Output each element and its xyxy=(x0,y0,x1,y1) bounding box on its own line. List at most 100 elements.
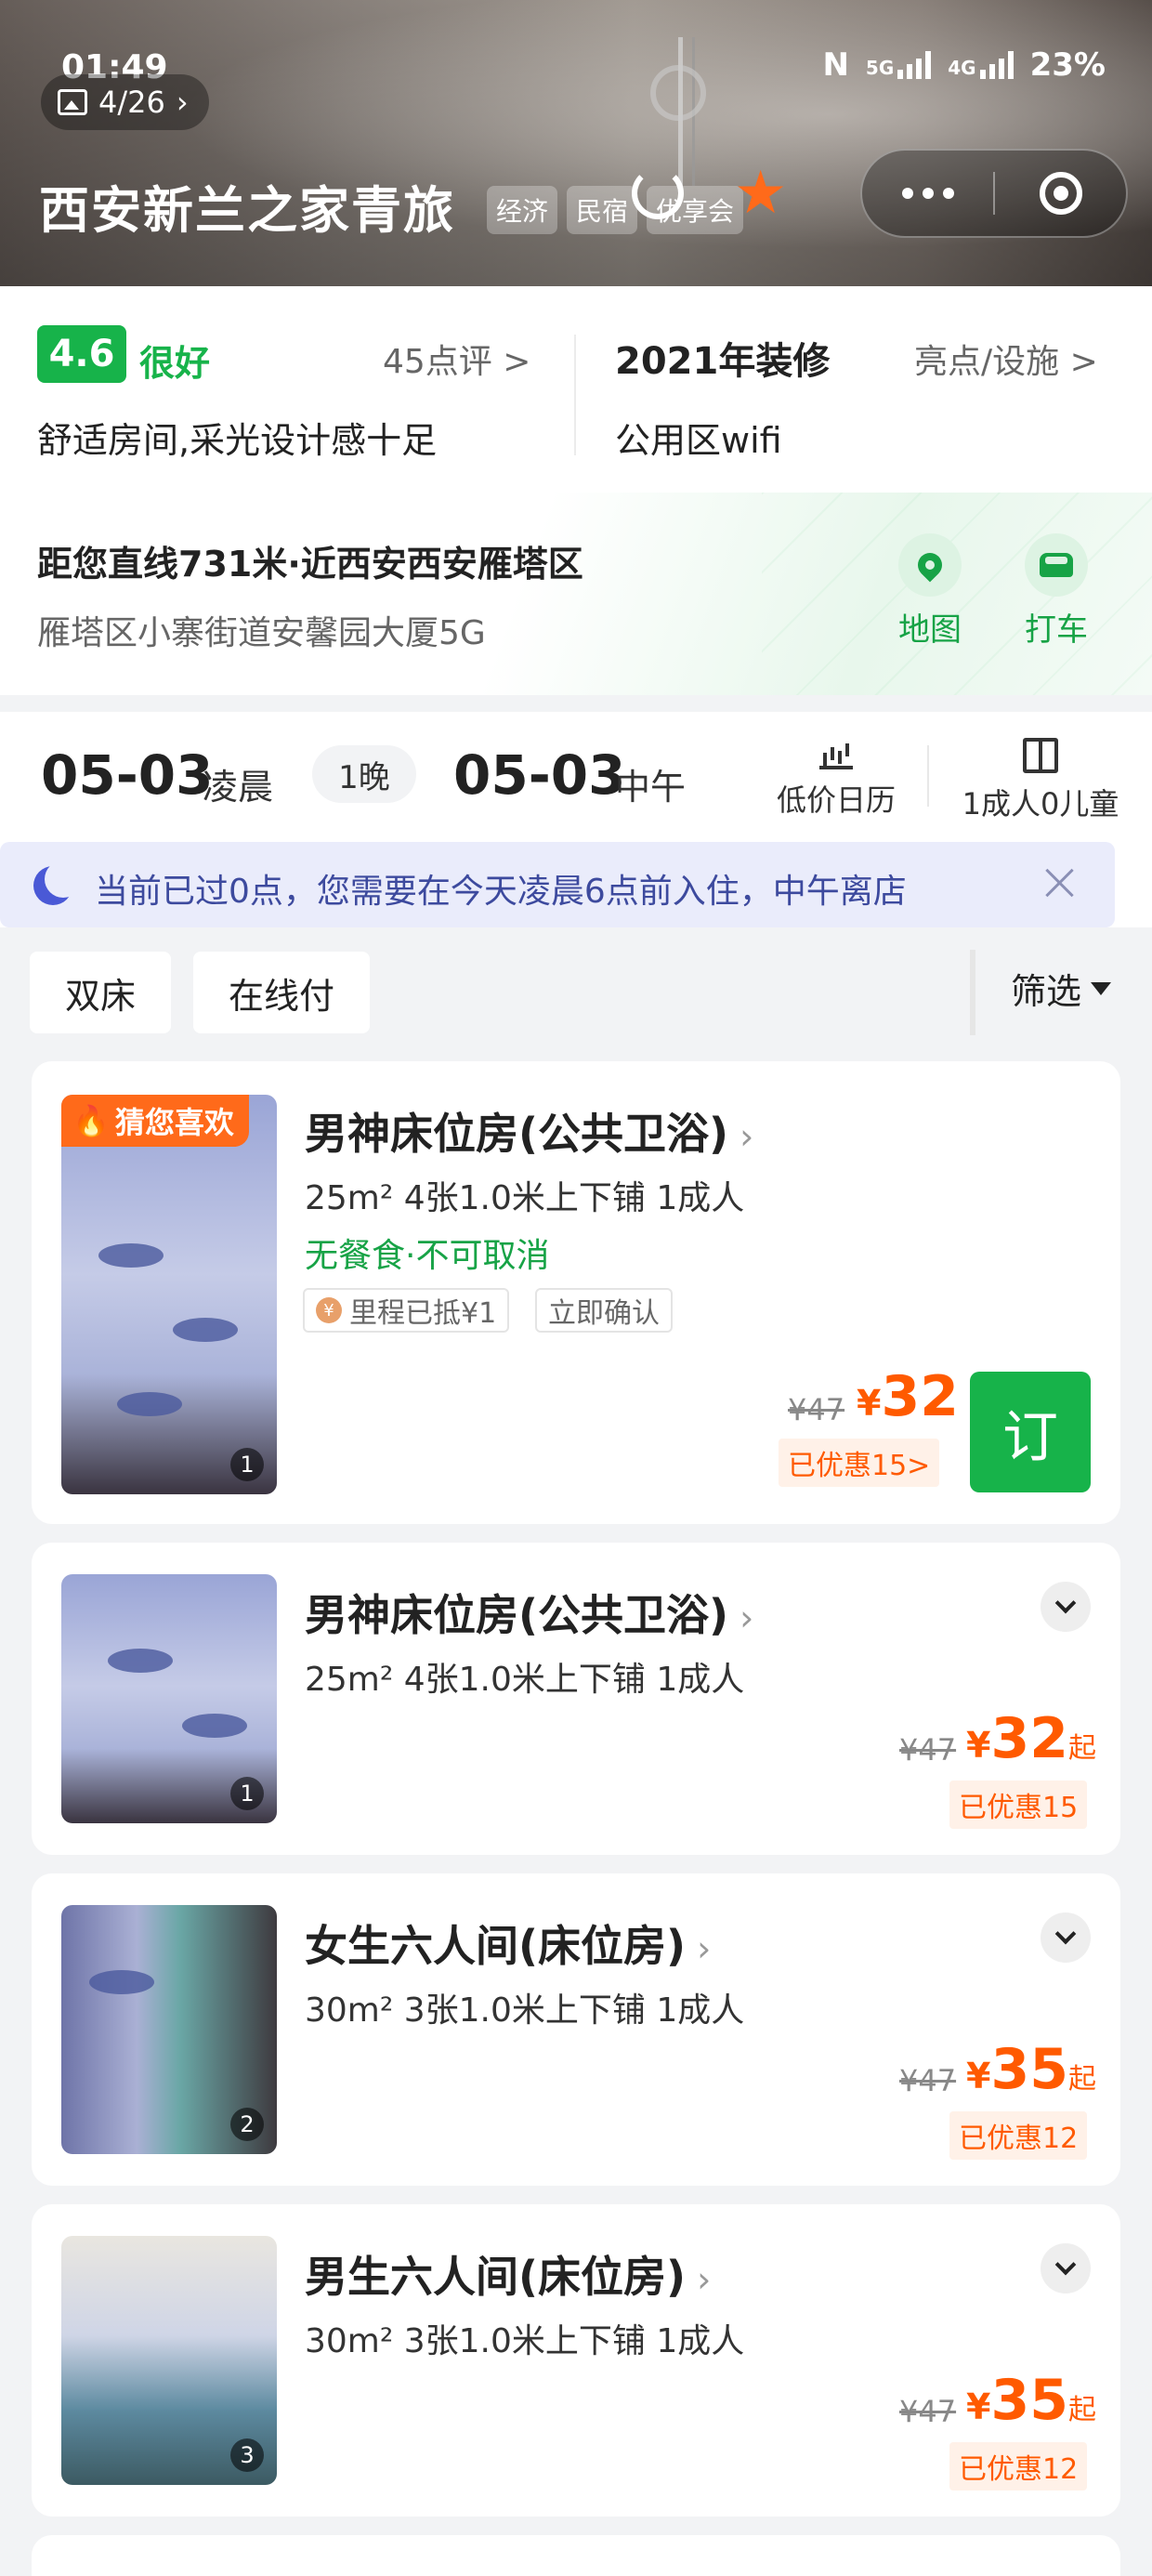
image-icon xyxy=(58,89,87,115)
filter-online-pay[interactable]: 在线付 xyxy=(193,952,370,1033)
signal-5g-icon: 5G xyxy=(866,51,932,79)
guests-selector[interactable]: 1成人0儿童 xyxy=(948,738,1133,823)
filter-label: 筛选 xyxy=(1011,971,1082,1012)
room-name[interactable]: 男神床位房(公共卫浴) › xyxy=(305,1100,753,1162)
coin-icon: ¥ xyxy=(316,1297,342,1323)
shower-fixture xyxy=(650,65,706,121)
map-button[interactable]: 地图 xyxy=(893,533,967,650)
chevron-right-icon: › xyxy=(686,2259,712,2300)
room-filters: 双床 在线付 筛选 xyxy=(0,944,1152,1046)
facilities-link[interactable]: 亮点/设施 > xyxy=(914,335,1098,383)
more-options-icon[interactable] xyxy=(862,188,993,199)
expand-icon[interactable] xyxy=(1041,1582,1091,1632)
taxi-button[interactable]: 打车 xyxy=(1019,533,1093,650)
chevron-right-icon: › xyxy=(686,1928,712,1969)
map-pin-icon xyxy=(912,547,948,583)
photo-index: 1 xyxy=(230,1777,264,1810)
guests-label: 1成人0儿童 xyxy=(962,786,1119,821)
close-miniprogram-icon[interactable] xyxy=(995,172,1126,215)
calendar-chart-icon xyxy=(819,738,853,769)
flame-icon: 🔥 xyxy=(72,1103,110,1138)
book-button[interactable]: 订 xyxy=(970,1372,1091,1492)
checkin-time-label: 凌晨 xyxy=(203,767,274,808)
room-photo[interactable]: 🔥 猜您喜欢 1 xyxy=(61,1095,277,1494)
checkout-time-label: 中午 xyxy=(615,767,687,808)
room-price: ¥35起 xyxy=(966,2368,1096,2433)
signal-4g-icon: 4G xyxy=(948,51,1014,79)
room-specs: 25m² 4张1.0米上下铺 1成人 xyxy=(305,1661,745,1699)
instant-confirm-badge: 立即确认 xyxy=(535,1288,673,1333)
photo-index: 3 xyxy=(230,2438,264,2472)
hotel-tag: 经济 xyxy=(487,186,558,234)
room-card[interactable]: 🔥 猜您喜欢 1 男神床位房(公共卫浴) › 25m² 4张1.0米上下铺 1成… xyxy=(32,1061,1120,1524)
meal-policy: 无餐食·不可取消 xyxy=(305,1237,550,1275)
address-text: 雁塔区小寨街道安馨园大厦5G xyxy=(37,614,486,652)
checkin-date[interactable]: 05-03 xyxy=(41,743,214,807)
room-photo[interactable]: 2 xyxy=(61,1905,277,2154)
low-price-calendar-button[interactable]: 低价日历 xyxy=(771,738,901,820)
review-summary: 舒适房间,采光设计感十足 xyxy=(37,420,438,461)
room-name[interactable]: 男神床位房(公共卫浴) › xyxy=(305,1582,753,1643)
expand-icon[interactable] xyxy=(1041,2243,1091,2293)
notice-text: 当前已过0点，您需要在今天凌晨6点前入住，中午离店 xyxy=(95,873,907,911)
distance-text: 距您直线731米·近西安西安雁塔区 xyxy=(37,544,583,585)
car-icon xyxy=(1040,553,1073,577)
discount-badge: 已优惠12 xyxy=(949,2111,1088,2160)
room-card[interactable]: 1 男神床位房(公共卫浴) › 25m² 4张1.0米上下铺 1成人 ¥47 ¥… xyxy=(32,1543,1120,1855)
original-price: ¥47 xyxy=(899,2394,957,2429)
map-label: 地图 xyxy=(898,611,962,649)
room-photo[interactable]: 1 xyxy=(61,1574,277,1823)
original-price: ¥47 xyxy=(899,1732,957,1768)
filter-twin-bed[interactable]: 双床 xyxy=(30,952,171,1033)
hotel-tag: 民宿 xyxy=(567,186,638,234)
checkout-date[interactable]: 05-03 xyxy=(453,743,626,807)
divider xyxy=(574,335,576,455)
battery-text: 23% xyxy=(1029,46,1106,84)
mileage-badge: ¥ 里程已抵¥1 xyxy=(303,1288,510,1333)
late-checkin-notice: 当前已过0点，您需要在今天凌晨6点前入住，中午离店 xyxy=(0,842,1115,927)
room-specs: 30m² 3张1.0米上下铺 1成人 xyxy=(305,1991,745,2030)
room-photo[interactable]: 3 xyxy=(61,2236,277,2485)
original-price: ¥47 xyxy=(788,1392,845,1427)
original-price: ¥47 xyxy=(899,2063,957,2098)
photo-counter-text: 4/26 xyxy=(98,85,165,120)
room-name[interactable]: 男生六人间(床位房) › xyxy=(305,2243,711,2305)
hotel-summary: 4.6 很好 45点评 > 舒适房间,采光设计感十足 2021年装修 亮点/设施… xyxy=(0,286,1152,493)
filter-button[interactable]: 筛选 xyxy=(1011,963,1112,1014)
divider xyxy=(927,745,929,807)
refresh-icon[interactable] xyxy=(632,167,684,219)
chevron-right-icon: › xyxy=(728,1597,754,1638)
divider xyxy=(970,950,975,1035)
location-section: 距您直线731米·近西安西安雁塔区 雁塔区小寨街道安馨园大厦5G 地图 打车 xyxy=(0,493,1152,695)
discount-badge: 已优惠15 xyxy=(949,1781,1088,1829)
room-name[interactable]: 女生六人间(床位房) › xyxy=(305,1912,711,1974)
caret-down-icon xyxy=(1091,981,1112,995)
photo-index: 1 xyxy=(230,1448,264,1481)
hotel-photo-header[interactable]: 01:49 4/26 › N 5G 4G 23% 西安新兰之家青旅 经济 民宿 … xyxy=(0,0,1152,286)
room-specs: 25m² 4张1.0米上下铺 1成人 xyxy=(305,1179,745,1217)
photo-counter-button[interactable]: 4/26 › xyxy=(41,74,209,130)
room-card[interactable] xyxy=(32,2535,1120,2576)
chevron-right-icon: › xyxy=(176,85,189,120)
favorite-star-icon[interactable]: ★ xyxy=(734,164,787,223)
photo-index: 2 xyxy=(230,2108,264,2141)
facility-wifi: 公用区wifi xyxy=(615,420,782,461)
nights-count: 1晚 xyxy=(312,745,416,803)
miniprogram-capsule xyxy=(860,149,1128,238)
close-icon[interactable] xyxy=(1041,864,1078,901)
chevron-right-icon: › xyxy=(728,1116,754,1157)
discount-badge: 已优惠12 xyxy=(949,2442,1088,2491)
guests-icon xyxy=(1023,738,1058,773)
room-price: ¥32 xyxy=(857,1364,959,1429)
recommend-badge: 🔥 猜您喜欢 xyxy=(61,1095,249,1147)
room-card[interactable]: 3 男生六人间(床位房) › 30m² 3张1.0米上下铺 1成人 ¥47 ¥3… xyxy=(32,2204,1120,2517)
rating-score: 4.6 xyxy=(37,325,126,383)
hotel-name: 西安新兰之家青旅 xyxy=(39,181,455,240)
rating-word: 很好 xyxy=(139,343,211,384)
reviews-link[interactable]: 45点评 > xyxy=(383,335,530,383)
discount-badge[interactable]: 已优惠15> xyxy=(779,1439,940,1487)
room-price: ¥32起 xyxy=(966,1706,1096,1771)
expand-icon[interactable] xyxy=(1041,1912,1091,1963)
taxi-label: 打车 xyxy=(1025,611,1088,649)
room-card[interactable]: 2 女生六人间(床位房) › 30m² 3张1.0米上下铺 1成人 ¥47 ¥3… xyxy=(32,1873,1120,2186)
